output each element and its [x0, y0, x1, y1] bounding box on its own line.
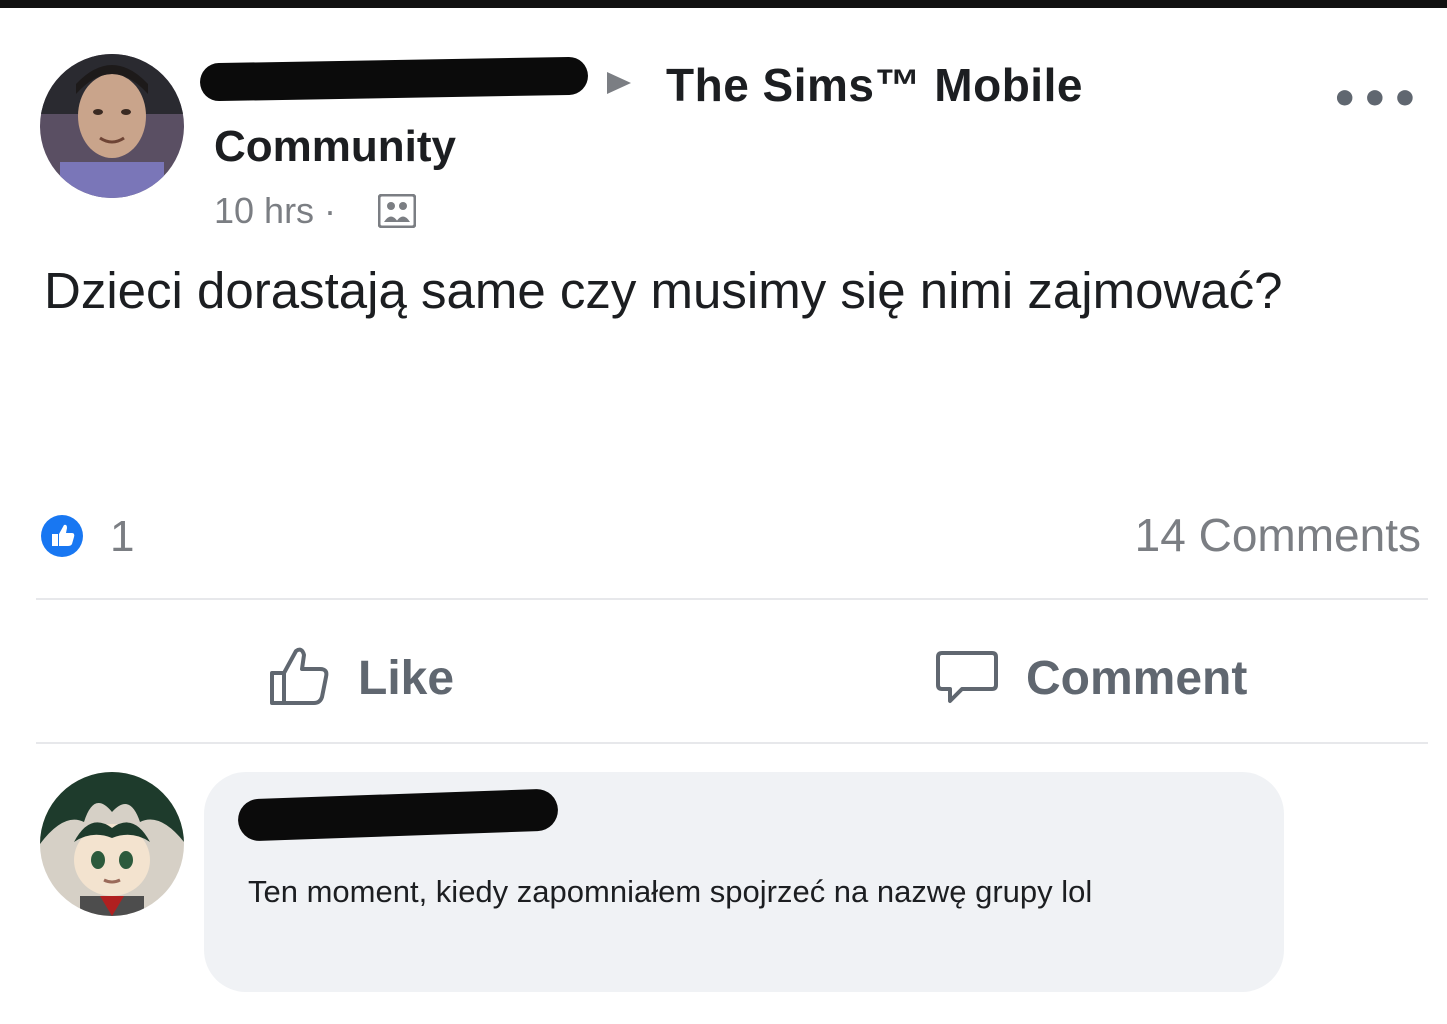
group-icon — [377, 193, 417, 229]
divider — [36, 742, 1428, 744]
post-card: The Sims™ Mobile Community 10 hrs · ••• … — [0, 8, 1447, 1024]
commenter-avatar[interactable] — [40, 772, 184, 916]
like-badge-icon[interactable] — [40, 514, 84, 558]
comment-button[interactable]: Comment — [934, 638, 1247, 718]
like-button[interactable]: Like — [266, 638, 454, 718]
like-count[interactable]: 1 — [110, 512, 134, 562]
comments-count[interactable]: 14 Comments — [1135, 508, 1421, 562]
comment-text: Ten moment, kiedy zapomniałem spojrzeć n… — [248, 874, 1093, 909]
post-text: Dzieci dorastają same czy musimy się nim… — [44, 262, 1283, 319]
arrow-right-icon — [607, 72, 631, 94]
post-timestamp[interactable]: 10 hrs · — [214, 190, 336, 232]
divider — [36, 598, 1428, 600]
group-name[interactable]: The Sims™ Mobile — [666, 58, 1083, 112]
top-edge-bar — [0, 0, 1447, 8]
redacted-poster-name — [199, 56, 589, 102]
comment-button-label: Comment — [1026, 651, 1248, 705]
thumbs-up-icon — [266, 643, 332, 713]
poster-avatar[interactable] — [40, 54, 184, 198]
more-icon[interactable]: ••• — [1331, 74, 1421, 125]
like-button-label: Like — [358, 651, 455, 705]
group-name-continued[interactable]: Community — [214, 122, 456, 172]
speech-bubble-icon — [934, 643, 1000, 713]
